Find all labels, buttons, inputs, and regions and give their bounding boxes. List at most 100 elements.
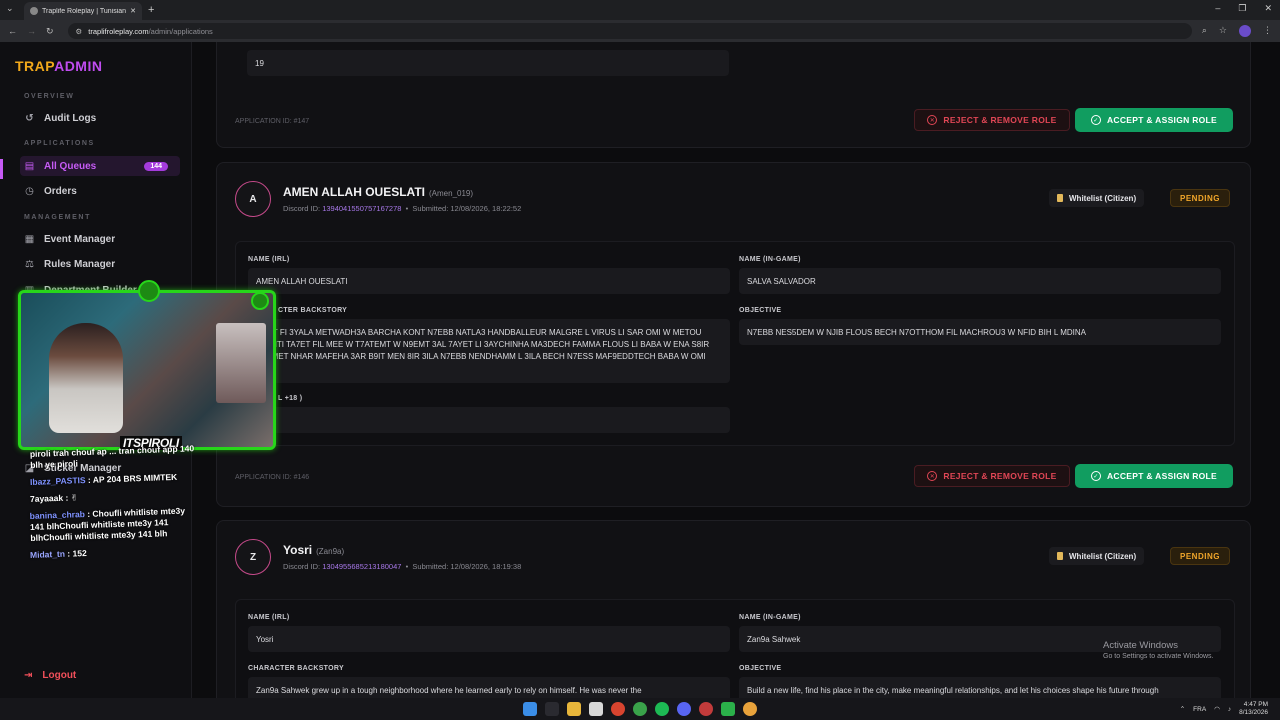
queue-count-badge: 144	[144, 161, 168, 171]
wifi-icon[interactable]: ◠	[1214, 705, 1220, 713]
favicon-icon	[30, 7, 38, 15]
streamer-badge-icon	[138, 280, 160, 302]
tab-search-icon[interactable]: ⌄	[6, 3, 14, 14]
name-irl-label: NAME (IRL)	[248, 256, 290, 263]
minimize-icon[interactable]: –	[1215, 3, 1220, 14]
start-icon[interactable]	[523, 702, 537, 716]
submitted-date: Submitted: 12/08/2026, 18:22:52	[412, 204, 522, 213]
tray-arrow-icon[interactable]: ⌃	[1180, 705, 1185, 713]
sidebar-item-orders[interactable]: ◷ Orders	[24, 181, 180, 201]
app-icon[interactable]	[699, 702, 713, 716]
chat-user: Ibazz_PASTIS	[29, 475, 86, 487]
role-tag: Whitelist (Citizen)	[1049, 547, 1145, 565]
name-ingame-field: SALVA SALVADOR	[739, 268, 1221, 294]
pc-case	[216, 323, 266, 403]
new-tab-button[interactable]: +	[148, 4, 154, 16]
system-tray: ⌃ FRA ◠ ♪ 4:47 PM 8/13/2026	[1180, 701, 1268, 717]
x-circle-icon: ✕	[927, 471, 938, 481]
applicant-meta: Discord ID: 1304955685213180047 • Submit…	[283, 562, 522, 571]
active-indicator	[0, 159, 3, 179]
sidebar-item-event-manager[interactable]: ▦ Event Manager	[24, 229, 180, 249]
browser-tab[interactable]: Traplife Roleplay | Tunisian GTA ✕	[24, 2, 142, 20]
play-icon[interactable]	[721, 702, 735, 716]
sidebar-item-rules-manager[interactable]: ⚖ Rules Manager	[24, 254, 180, 274]
chrome-icon[interactable]	[611, 702, 625, 716]
chrome-active-icon[interactable]	[743, 702, 757, 716]
submitted-date: Submitted: 12/08/2026, 18:19:38	[412, 562, 522, 571]
status-badge: PENDING	[1170, 547, 1230, 565]
field-value: 19	[247, 50, 729, 76]
sidebar-item-audit-logs[interactable]: ↺ Audit Logs	[24, 108, 180, 128]
reject-remove-role-button[interactable]: ✕ REJECT & REMOVE ROLE	[914, 465, 1070, 487]
profile-avatar[interactable]	[1239, 25, 1251, 37]
section-applications: APPLICATIONS	[24, 140, 95, 147]
clock[interactable]: 4:47 PM 8/13/2026	[1239, 701, 1268, 717]
zoom-icon[interactable]: ⌕	[1202, 25, 1207, 37]
back-icon[interactable]: ←	[8, 26, 17, 36]
store-icon[interactable]	[589, 702, 603, 716]
applicant-meta: Discord ID: 1394041550757167278 • Submit…	[283, 204, 522, 213]
main-content: 19 APPLICATION ID: #147 ✕ REJECT & REMOVE…	[193, 42, 1280, 698]
stream-chat: piroli trah chouf ap ... tran chouf app …	[29, 443, 200, 564]
scroll-icon	[1057, 552, 1063, 560]
name-ingame-label: NAME (IN-GAME)	[739, 614, 801, 621]
application-details: NAME (IRL) AMEN ALLAH OUESLATI NAME (IN-…	[235, 241, 1235, 446]
reload-icon[interactable]: ↻	[46, 26, 54, 37]
tab-close-icon[interactable]: ✕	[130, 7, 136, 15]
discord-id: 1394041550757167278	[322, 204, 402, 213]
site-info-icon[interactable]: ⚙	[76, 27, 83, 36]
close-window-icon[interactable]: ✕	[1264, 3, 1272, 14]
objective-label: OBJECTIVE	[739, 307, 782, 314]
chat-message: 7ayaaak : ✌	[29, 492, 78, 504]
discord-id: 1304955685213180047	[322, 562, 402, 571]
backstory-label: CHARACTER BACKSTORY	[248, 665, 344, 672]
maximize-icon[interactable]: ❐	[1238, 3, 1246, 14]
chat-message: Midat_tn : 152	[29, 547, 87, 560]
backstory-field: ECHT FI 3YALA METWADH3A BARCHA KONT N7EB…	[248, 319, 730, 383]
windows-taskbar: ⌃ FRA ◠ ♪ 4:47 PM 8/13/2026	[0, 698, 1280, 720]
app-logo[interactable]: TRAPADMIN	[15, 58, 102, 74]
discord-icon[interactable]	[677, 702, 691, 716]
address-bar: ← → ↻ ⚙ traplifroleplay.com/admin/applic…	[0, 20, 1280, 42]
scroll-icon	[1057, 194, 1063, 202]
section-overview: OVERVIEW	[24, 93, 75, 100]
accept-assign-role-button[interactable]: ✓ ACCEPT & ASSIGN ROLE	[1075, 108, 1233, 132]
sidebar-item-all-queues[interactable]: ▤ All Queues 144	[20, 156, 180, 176]
url-host: traplifroleplay.com	[88, 26, 149, 36]
chat-message: banina_chrab : Choufli whitliste mte3y 1…	[29, 505, 186, 543]
chat-message: piroli trah chouf ap ... tran chouf app …	[29, 443, 195, 470]
document-icon: ▤	[24, 160, 35, 172]
chrome-alt-icon[interactable]	[633, 702, 647, 716]
history-icon: ↺	[25, 112, 34, 124]
status-badge: PENDING	[1170, 189, 1230, 207]
backstory-label: CTER BACKSTORY	[278, 307, 348, 314]
application-details: NAME (IRL) Yosri NAME (IN-GAME) Zan9a Sa…	[235, 599, 1235, 698]
age-field	[248, 407, 730, 433]
menu-dots-icon[interactable]: ⋮	[1263, 25, 1272, 37]
backstory-field: Zan9a Sahwek grew up in a tough neighbor…	[248, 677, 730, 698]
forward-icon[interactable]: →	[27, 26, 36, 36]
search-icon[interactable]	[545, 702, 559, 716]
reject-remove-role-button[interactable]: ✕ REJECT & REMOVE ROLE	[914, 109, 1070, 131]
clock-icon: ◷	[25, 185, 34, 197]
name-irl-field: AMEN ALLAH OUESLATI	[248, 268, 730, 294]
age-label: L +18 )	[278, 395, 303, 402]
volume-icon[interactable]: ♪	[1228, 706, 1231, 713]
accept-assign-role-button[interactable]: ✓ ACCEPT & ASSIGN ROLE	[1075, 464, 1233, 488]
url-path: /admin/applications	[148, 26, 213, 36]
language-indicator[interactable]: FRA	[1193, 706, 1206, 713]
chat-user: Midat_tn	[29, 548, 66, 560]
bookmark-star-icon[interactable]: ☆	[1219, 25, 1227, 37]
scale-icon: ⚖	[25, 258, 34, 270]
spotify-icon[interactable]	[655, 702, 669, 716]
kick-logo-icon	[251, 292, 269, 310]
chat-user: banina_chrab	[29, 509, 86, 521]
application-card-145: Z Yosri (Zan9a) Discord ID: 1304955685213…	[216, 520, 1251, 698]
objective-field: Build a new life, find his place in the …	[739, 677, 1221, 698]
name-irl-label: NAME (IRL)	[248, 614, 290, 621]
avatar: A	[235, 181, 271, 217]
file-explorer-icon[interactable]	[567, 702, 581, 716]
url-field[interactable]: ⚙ traplifroleplay.com/admin/applications	[67, 23, 1192, 39]
check-circle-icon: ✓	[1090, 115, 1101, 125]
logout-button[interactable]: ⇥ Logout	[24, 670, 76, 681]
